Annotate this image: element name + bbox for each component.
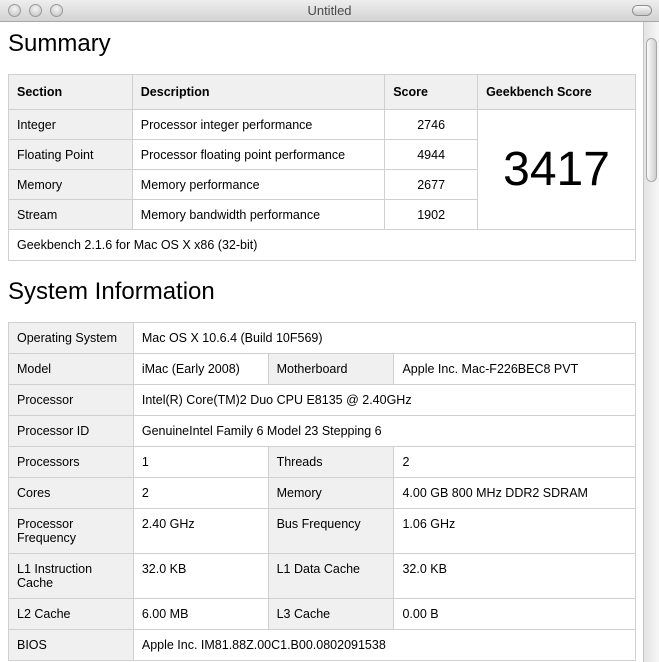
threads-value: 2 (393, 446, 636, 478)
table-row: Processors 1 Threads 2 (8, 446, 636, 478)
l2-cache-value: 6.00 MB (132, 598, 269, 630)
title-bar[interactable]: Untitled (0, 0, 659, 22)
processors-label: Processors (8, 446, 134, 478)
window-title: Untitled (307, 3, 352, 18)
model-label: Model (8, 353, 134, 385)
processor-frequency-value: 2.40 GHz (132, 508, 269, 554)
table-row: Integer Processor integer performance 27… (8, 109, 636, 230)
processors-value: 1 (132, 446, 269, 478)
memory-value: 4.00 GB 800 MHz DDR2 SDRAM (393, 477, 636, 509)
l1-instruction-cache-label: L1 Instruction Cache (8, 553, 134, 599)
version-footer: Geekbench 2.1.6 for Mac OS X x86 (32-bit… (8, 229, 636, 261)
geekbench-score: 3417 (477, 109, 636, 230)
table-row: L1 Instruction Cache 32.0 KB L1 Data Cac… (8, 553, 636, 599)
scrollbar-thumb[interactable] (646, 38, 657, 182)
summary-footer-row: Geekbench 2.1.6 for Mac OS X x86 (32-bit… (8, 229, 636, 261)
description-cell: Processor integer performance (131, 109, 386, 140)
cores-value: 2 (132, 477, 269, 509)
score-cell: 4944 (384, 139, 479, 170)
processor-label: Processor (8, 384, 134, 416)
description-cell: Processor floating point performance (131, 139, 386, 170)
table-row: Operating System Mac OS X 10.6.4 (Build … (8, 322, 637, 354)
table-row: Model iMac (Early 2008) Motherboard Appl… (8, 353, 636, 385)
l3-cache-value: 0.00 B (393, 598, 636, 630)
processor-id-label: Processor ID (8, 415, 134, 447)
os-label: Operating System (8, 322, 134, 354)
column-header: Description (131, 74, 386, 110)
description-cell: Memory bandwidth performance (131, 199, 386, 230)
bios-label: BIOS (8, 629, 134, 661)
table-row: L2 Cache 6.00 MB L3 Cache 0.00 B (8, 598, 636, 630)
processor-value: Intel(R) Core(TM)2 Duo CPU E8135 @ 2.40G… (132, 384, 637, 416)
processor-frequency-label: Processor Frequency (8, 508, 134, 554)
section-cell: Integer (8, 109, 133, 140)
bus-frequency-value: 1.06 GHz (393, 508, 636, 554)
table-row: Processor ID GenuineIntel Family 6 Model… (8, 415, 637, 447)
table-row: Processor Intel(R) Core(TM)2 Duo CPU E81… (8, 384, 637, 416)
motherboard-value: Apple Inc. Mac-F226BEC8 PVT (393, 353, 636, 385)
system-info-heading: System Information (8, 278, 215, 305)
l2-cache-label: L2 Cache (8, 598, 134, 630)
l1-data-cache-label: L1 Data Cache (267, 553, 395, 599)
section-cell: Floating Point (8, 139, 133, 170)
model-value: iMac (Early 2008) (132, 353, 269, 385)
table-row: Cores 2 Memory 4.00 GB 800 MHz DDR2 SDRA… (8, 477, 636, 509)
app-window: Untitled Summary Section Description Sco… (0, 0, 659, 662)
summary-header-row: Section Description Score Geekbench Scor… (8, 74, 636, 110)
toolbar-toggle-button[interactable] (632, 5, 652, 16)
bios-value: Apple Inc. IM81.88Z.00C1.B00.0802091538 (132, 629, 637, 661)
motherboard-label: Motherboard (267, 353, 395, 385)
description-cell: Memory performance (131, 169, 386, 200)
score-cell: 2677 (384, 169, 479, 200)
column-header: Section (8, 74, 133, 110)
table-row: Processor Frequency 2.40 GHz Bus Frequen… (8, 508, 636, 554)
l1-instruction-cache-value: 32.0 KB (132, 553, 269, 599)
vertical-scrollbar[interactable] (643, 22, 659, 662)
section-cell: Stream (8, 199, 133, 230)
os-value: Mac OS X 10.6.4 (Build 10F569) (132, 322, 637, 354)
document-content: Summary Section Description Score Geekbe… (0, 22, 643, 662)
l1-data-cache-value: 32.0 KB (393, 553, 636, 599)
summary-heading: Summary (8, 30, 111, 57)
score-cell: 1902 (384, 199, 479, 230)
processor-id-value: GenuineIntel Family 6 Model 23 Stepping … (132, 415, 637, 447)
column-header: Geekbench Score (477, 74, 636, 110)
bus-frequency-label: Bus Frequency (267, 508, 395, 554)
summary-table: Section Description Score Geekbench Scor… (8, 74, 636, 261)
system-info-table: Operating System Mac OS X 10.6.4 (Build … (8, 322, 637, 661)
score-cell: 2746 (384, 109, 479, 140)
memory-label: Memory (267, 477, 395, 509)
column-header: Score (384, 74, 479, 110)
threads-label: Threads (267, 446, 395, 478)
section-cell: Memory (8, 169, 133, 200)
table-row: BIOS Apple Inc. IM81.88Z.00C1.B00.080209… (8, 629, 637, 661)
l3-cache-label: L3 Cache (267, 598, 395, 630)
cores-label: Cores (8, 477, 134, 509)
